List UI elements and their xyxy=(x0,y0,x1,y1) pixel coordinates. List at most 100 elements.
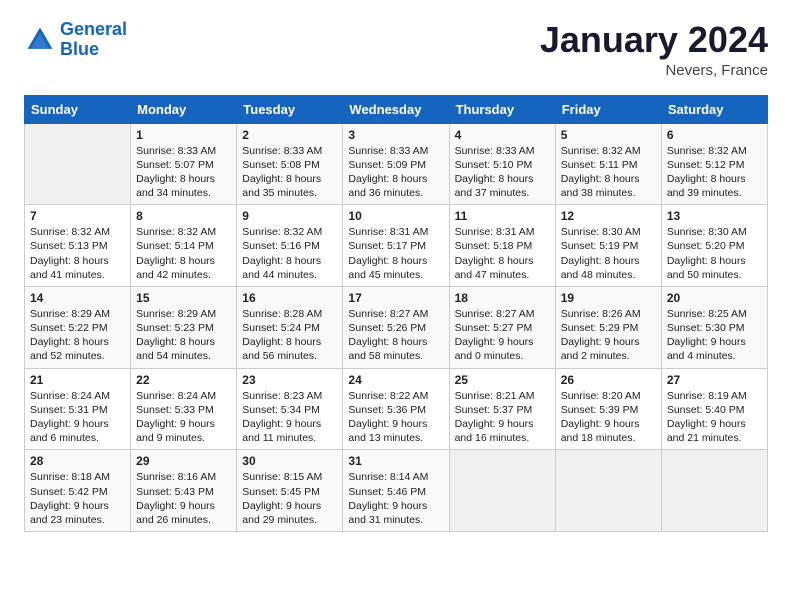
cell-content: Sunrise: 8:19 AMSunset: 5:40 PMDaylight:… xyxy=(667,389,762,446)
cell-content: Sunrise: 8:33 AMSunset: 5:10 PMDaylight:… xyxy=(455,144,550,201)
calendar-cell: 24 Sunrise: 8:22 AMSunset: 5:36 PMDayligh… xyxy=(343,368,449,450)
calendar-cell xyxy=(661,450,767,532)
calendar-cell: 28 Sunrise: 8:18 AMSunset: 5:42 PMDayligh… xyxy=(25,450,131,532)
cell-content: Sunrise: 8:33 AMSunset: 5:08 PMDaylight:… xyxy=(242,144,337,201)
header-cell-thursday: Thursday xyxy=(449,95,555,123)
calendar-cell: 25 Sunrise: 8:21 AMSunset: 5:37 PMDayligh… xyxy=(449,368,555,450)
day-number: 14 xyxy=(30,291,125,305)
calendar-cell: 5 Sunrise: 8:32 AMSunset: 5:11 PMDaylight… xyxy=(555,123,661,205)
cell-content: Sunrise: 8:18 AMSunset: 5:42 PMDaylight:… xyxy=(30,470,125,527)
cell-content: Sunrise: 8:27 AMSunset: 5:27 PMDaylight:… xyxy=(455,307,550,364)
day-number: 1 xyxy=(136,128,231,142)
calendar-cell: 1 Sunrise: 8:33 AMSunset: 5:07 PMDaylight… xyxy=(131,123,237,205)
calendar-table: SundayMondayTuesdayWednesdayThursdayFrid… xyxy=(24,95,768,532)
cell-content: Sunrise: 8:33 AMSunset: 5:07 PMDaylight:… xyxy=(136,144,231,201)
day-number: 19 xyxy=(561,291,656,305)
logo: General Blue xyxy=(24,20,127,60)
calendar-cell: 10Sunrise: 8:31 AMSunset: 5:17 PMDayligh… xyxy=(343,205,449,287)
cell-content: Sunrise: 8:20 AMSunset: 5:39 PMDaylight:… xyxy=(561,389,656,446)
day-number: 9 xyxy=(242,209,337,223)
day-number: 27 xyxy=(667,373,762,387)
day-number: 25 xyxy=(455,373,550,387)
week-row-3: 14 Sunrise: 8:29 AMSunset: 5:22 PMDayligh… xyxy=(25,286,768,368)
calendar-cell: 7 Sunrise: 8:32 AMSunset: 5:13 PMDaylight… xyxy=(25,205,131,287)
cell-content: Sunrise: 8:21 AMSunset: 5:37 PMDaylight:… xyxy=(455,389,550,446)
header-cell-monday: Monday xyxy=(131,95,237,123)
day-number: 21 xyxy=(30,373,125,387)
calendar-cell: 6Sunrise: 8:32 AMSunset: 5:12 PMDaylight… xyxy=(661,123,767,205)
calendar-cell xyxy=(25,123,131,205)
cell-content: Sunrise: 8:23 AMSunset: 5:34 PMDaylight:… xyxy=(242,389,337,446)
calendar-cell: 26Sunrise: 8:20 AMSunset: 5:39 PMDayligh… xyxy=(555,368,661,450)
day-number: 4 xyxy=(455,128,550,142)
calendar-cell: 17 Sunrise: 8:27 AMSunset: 5:26 PMDayligh… xyxy=(343,286,449,368)
day-number: 13 xyxy=(667,209,762,223)
day-number: 28 xyxy=(30,454,125,468)
logo-text: General Blue xyxy=(60,20,127,60)
day-number: 3 xyxy=(348,128,443,142)
calendar-cell: 21 Sunrise: 8:24 AMSunset: 5:31 PMDayligh… xyxy=(25,368,131,450)
day-number: 15 xyxy=(136,291,231,305)
title-block: January 2024 Nevers, France xyxy=(540,20,768,79)
day-number: 17 xyxy=(348,291,443,305)
cell-content: Sunrise: 8:28 AMSunset: 5:24 PMDaylight:… xyxy=(242,307,337,364)
week-row-4: 21 Sunrise: 8:24 AMSunset: 5:31 PMDayligh… xyxy=(25,368,768,450)
calendar-cell: 12 Sunrise: 8:30 AMSunset: 5:19 PMDayligh… xyxy=(555,205,661,287)
day-number: 20 xyxy=(667,291,762,305)
day-number: 5 xyxy=(561,128,656,142)
day-number: 12 xyxy=(561,209,656,223)
calendar-cell: 31Sunrise: 8:14 AMSunset: 5:46 PMDayligh… xyxy=(343,450,449,532)
month-title: January 2024 xyxy=(540,20,768,60)
header-cell-friday: Friday xyxy=(555,95,661,123)
day-number: 8 xyxy=(136,209,231,223)
header-cell-sunday: Sunday xyxy=(25,95,131,123)
cell-content: Sunrise: 8:29 AMSunset: 5:22 PMDaylight:… xyxy=(30,307,125,364)
cell-content: Sunrise: 8:30 AMSunset: 5:19 PMDaylight:… xyxy=(561,225,656,282)
week-row-2: 7 Sunrise: 8:32 AMSunset: 5:13 PMDaylight… xyxy=(25,205,768,287)
day-number: 29 xyxy=(136,454,231,468)
cell-content: Sunrise: 8:24 AMSunset: 5:33 PMDaylight:… xyxy=(136,389,231,446)
cell-content: Sunrise: 8:24 AMSunset: 5:31 PMDaylight:… xyxy=(30,389,125,446)
day-number: 16 xyxy=(242,291,337,305)
calendar-cell xyxy=(449,450,555,532)
calendar-cell: 16 Sunrise: 8:28 AMSunset: 5:24 PMDayligh… xyxy=(237,286,343,368)
cell-content: Sunrise: 8:22 AMSunset: 5:36 PMDaylight:… xyxy=(348,389,443,446)
day-number: 30 xyxy=(242,454,337,468)
header-cell-wednesday: Wednesday xyxy=(343,95,449,123)
logo-line2: Blue xyxy=(60,40,127,60)
week-row-5: 28 Sunrise: 8:18 AMSunset: 5:42 PMDayligh… xyxy=(25,450,768,532)
calendar-cell: 29Sunrise: 8:16 AMSunset: 5:43 PMDayligh… xyxy=(131,450,237,532)
day-number: 2 xyxy=(242,128,337,142)
cell-content: Sunrise: 8:14 AMSunset: 5:46 PMDaylight:… xyxy=(348,470,443,527)
cell-content: Sunrise: 8:32 AMSunset: 5:13 PMDaylight:… xyxy=(30,225,125,282)
cell-content: Sunrise: 8:32 AMSunset: 5:11 PMDaylight:… xyxy=(561,144,656,201)
cell-content: Sunrise: 8:32 AMSunset: 5:16 PMDaylight:… xyxy=(242,225,337,282)
cell-content: Sunrise: 8:32 AMSunset: 5:12 PMDaylight:… xyxy=(667,144,762,201)
calendar-cell: 4 Sunrise: 8:33 AMSunset: 5:10 PMDaylight… xyxy=(449,123,555,205)
cell-content: Sunrise: 8:27 AMSunset: 5:26 PMDaylight:… xyxy=(348,307,443,364)
logo-icon xyxy=(24,24,56,56)
calendar-cell: 27 Sunrise: 8:19 AMSunset: 5:40 PMDayligh… xyxy=(661,368,767,450)
calendar-cell: 30Sunrise: 8:15 AMSunset: 5:45 PMDayligh… xyxy=(237,450,343,532)
day-number: 22 xyxy=(136,373,231,387)
logo-line1: General xyxy=(60,19,127,39)
calendar-cell: 3 Sunrise: 8:33 AMSunset: 5:09 PMDaylight… xyxy=(343,123,449,205)
day-number: 23 xyxy=(242,373,337,387)
calendar-cell xyxy=(555,450,661,532)
calendar-cell: 13Sunrise: 8:30 AMSunset: 5:20 PMDayligh… xyxy=(661,205,767,287)
calendar-cell: 14 Sunrise: 8:29 AMSunset: 5:22 PMDayligh… xyxy=(25,286,131,368)
header-cell-saturday: Saturday xyxy=(661,95,767,123)
page-container: General Blue January 2024 Nevers, France… xyxy=(0,0,792,548)
header-cell-tuesday: Tuesday xyxy=(237,95,343,123)
calendar-cell: 15 Sunrise: 8:29 AMSunset: 5:23 PMDayligh… xyxy=(131,286,237,368)
day-number: 11 xyxy=(455,209,550,223)
cell-content: Sunrise: 8:33 AMSunset: 5:09 PMDaylight:… xyxy=(348,144,443,201)
header-row: SundayMondayTuesdayWednesdayThursdayFrid… xyxy=(25,95,768,123)
cell-content: Sunrise: 8:26 AMSunset: 5:29 PMDaylight:… xyxy=(561,307,656,364)
day-number: 24 xyxy=(348,373,443,387)
cell-content: Sunrise: 8:29 AMSunset: 5:23 PMDaylight:… xyxy=(136,307,231,364)
cell-content: Sunrise: 8:31 AMSunset: 5:17 PMDaylight:… xyxy=(348,225,443,282)
calendar-cell: 11Sunrise: 8:31 AMSunset: 5:18 PMDayligh… xyxy=(449,205,555,287)
calendar-cell: 18Sunrise: 8:27 AMSunset: 5:27 PMDayligh… xyxy=(449,286,555,368)
day-number: 7 xyxy=(30,209,125,223)
